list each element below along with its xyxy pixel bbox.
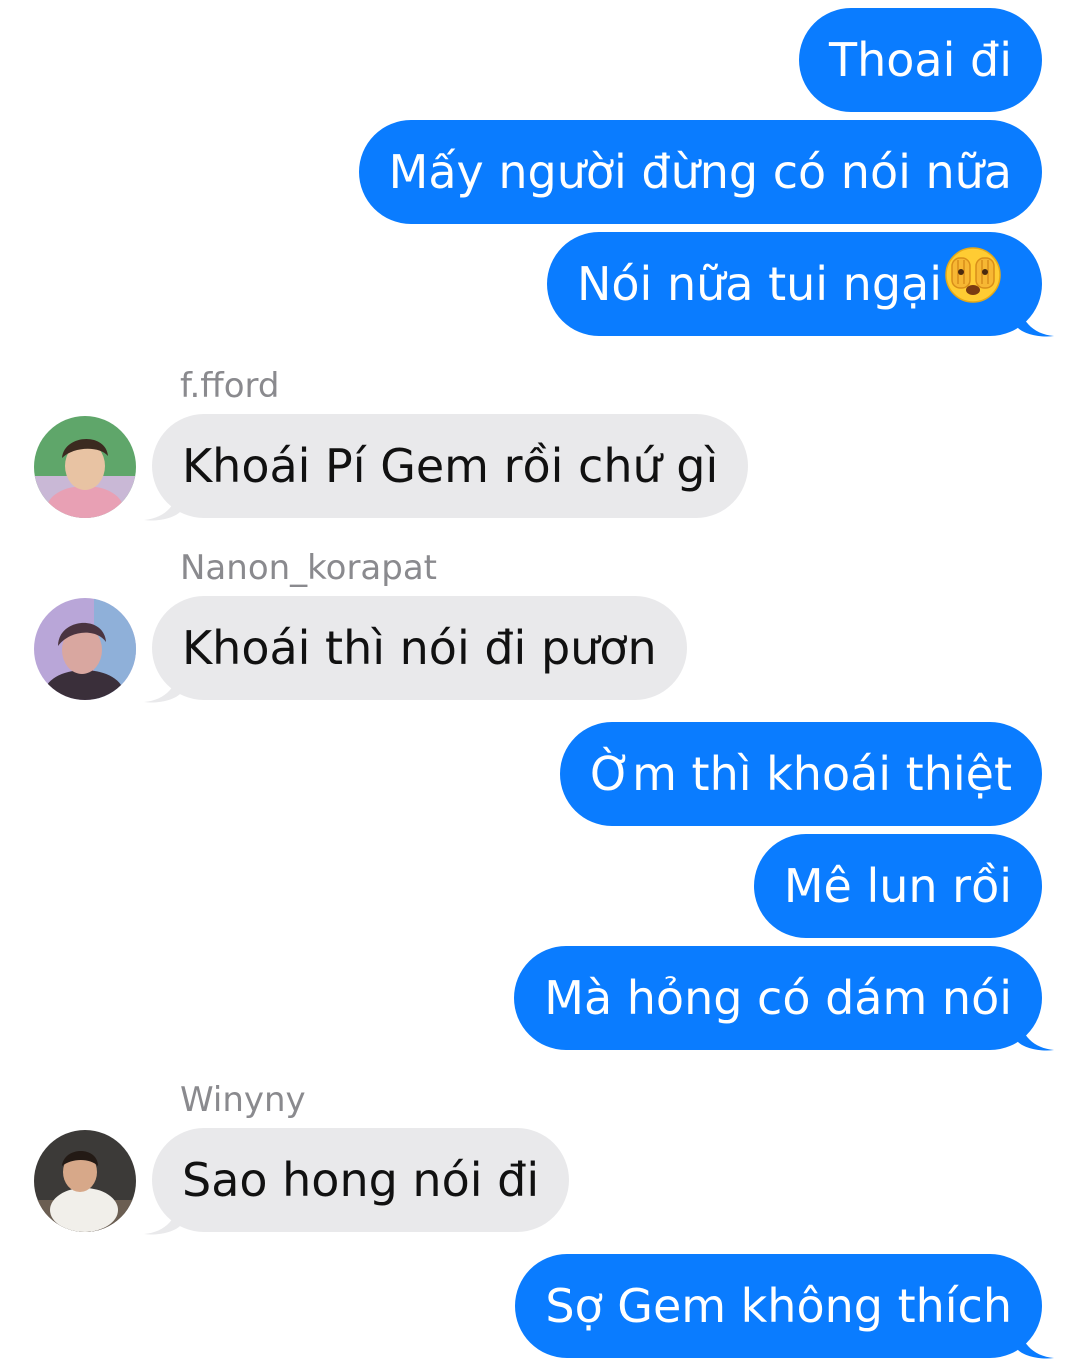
sender-name: f.fford (180, 366, 280, 406)
message-text: Mấy người đừng có nói nữa (388, 145, 1012, 199)
bubble-tail-outgoing (1018, 1012, 1054, 1051)
bubble-tail-outgoing (1018, 1320, 1054, 1359)
message-text: Sao hong nói đi (182, 1153, 540, 1207)
message-bubble-outgoing[interactable]: Thoai đi (799, 8, 1042, 112)
avatar-f-fford[interactable] (34, 416, 136, 518)
message-bubble-outgoing[interactable]: Sợ Gem không thích (515, 1254, 1042, 1358)
message-bubble-incoming[interactable]: Sao hong nói đi (152, 1128, 570, 1232)
face-with-peeking-eye-emoji (944, 236, 1002, 340)
message-bubble-outgoing[interactable]: Mê lun rồi (753, 834, 1042, 938)
message-bubble-outgoing[interactable]: Mà hỏng có dám nói (514, 946, 1042, 1050)
avatar-nanon-korapat[interactable] (34, 598, 136, 700)
message-text: Ờm thì khoái thiệt (590, 747, 1012, 801)
sender-name: Nanon_korapat (180, 548, 438, 588)
message-bubble-outgoing[interactable]: Nói nữa tui ngại (547, 232, 1042, 336)
avatar-winyny[interactable] (34, 1130, 136, 1232)
message-bubble-incoming[interactable]: Khoái thì nói đi pươn (152, 596, 687, 700)
message-bubble-outgoing[interactable]: Mấy người đừng có nói nữa (358, 120, 1042, 224)
message-text: Khoái Pí Gem rồi chứ gì (182, 439, 719, 493)
message-text: Nói nữa tui ngại (577, 257, 942, 311)
bubble-tail-outgoing (1018, 298, 1054, 337)
sender-name: Winyny (180, 1080, 306, 1120)
message-bubble-outgoing[interactable]: Ờm thì khoái thiệt (560, 722, 1042, 826)
message-text: Thoai đi (829, 33, 1012, 87)
message-text: Mê lun rồi (783, 859, 1012, 913)
message-text: Khoái thì nói đi pươn (182, 621, 657, 675)
message-text: Mà hỏng có dám nói (544, 971, 1012, 1025)
message-text: Sợ Gem không thích (545, 1279, 1012, 1333)
message-bubble-incoming[interactable]: Khoái Pí Gem rồi chứ gì (152, 414, 749, 518)
